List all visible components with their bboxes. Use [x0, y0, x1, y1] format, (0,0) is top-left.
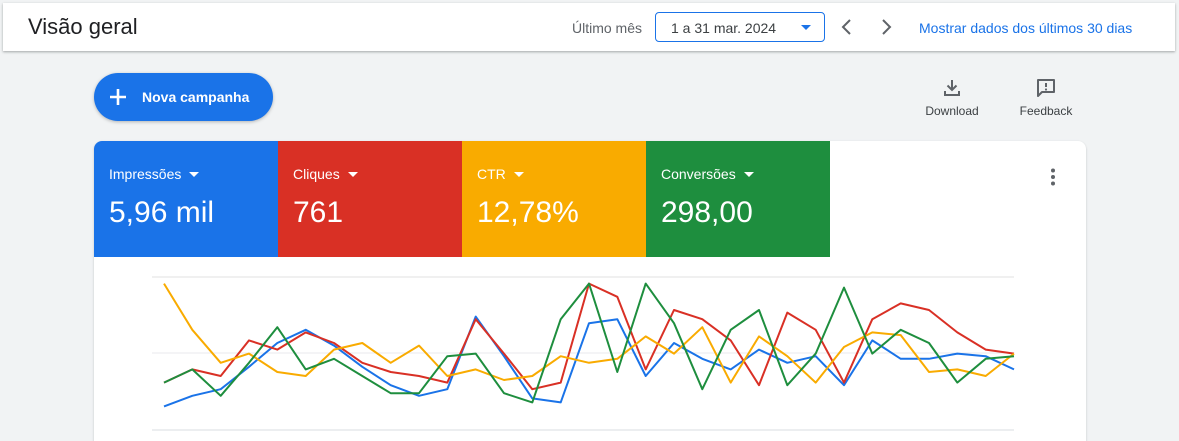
download-icon — [944, 80, 960, 96]
metric-name: Conversões — [661, 166, 736, 182]
series-line-0 — [163, 315, 1015, 408]
dropdown-arrow-icon — [347, 172, 358, 177]
metric-tile-ctr[interactable]: CTR 12,78% — [462, 141, 646, 257]
metric-value: 761 — [293, 196, 344, 229]
feedback-icon — [1037, 79, 1055, 97]
metric-tile-impressions[interactable]: Impressões 5,96 mil — [94, 141, 278, 257]
date-range-value: 1 a 31 mar. 2024 — [671, 20, 777, 36]
new-campaign-button[interactable]: Nova campanha — [94, 73, 273, 121]
download-label: Download — [925, 104, 979, 118]
more-options-button[interactable] — [1041, 165, 1065, 189]
page-title: Visão geral — [28, 14, 138, 39]
dropdown-arrow-icon — [801, 25, 811, 30]
previous-period-button[interactable] — [835, 15, 859, 39]
feedback-button[interactable]: Feedback — [1011, 76, 1081, 122]
new-campaign-label: Nova campanha — [142, 89, 250, 105]
dropdown-arrow-icon — [513, 172, 524, 177]
metric-name: Cliques — [293, 166, 340, 182]
metric-value: 12,78% — [477, 196, 579, 229]
series-line-2 — [163, 283, 1015, 384]
plus-icon — [110, 89, 126, 105]
metric-name: CTR — [477, 166, 506, 182]
date-range-select[interactable]: 1 a 31 mar. 2024 — [655, 12, 825, 42]
metric-tile-clicks[interactable]: Cliques 761 — [278, 141, 462, 257]
chevron-left-icon — [841, 19, 851, 35]
metric-name: Impressões — [109, 166, 182, 182]
top-bar: Visão geral Último mês 1 a 31 mar. 2024 … — [3, 3, 1175, 51]
chevron-right-icon — [882, 19, 892, 35]
next-period-button[interactable] — [874, 15, 898, 39]
metric-value: 5,96 mil — [109, 196, 215, 229]
date-range-label: Último mês — [572, 20, 643, 36]
show-last-30-days-link[interactable]: Mostrar dados dos últimos 30 dias — [919, 20, 1132, 36]
metric-tile-conversions[interactable]: Conversões 298,00 — [646, 141, 830, 257]
more-vert-icon — [1051, 168, 1055, 186]
performance-line-chart — [152, 276, 1015, 431]
performance-card: Impressões 5,96 mil Cliques 761 CTR 12,7… — [94, 141, 1086, 441]
metric-value: 298,00 — [661, 196, 753, 229]
feedback-label: Feedback — [1019, 104, 1073, 118]
dropdown-arrow-icon — [189, 172, 200, 177]
download-button[interactable]: Download — [917, 76, 987, 122]
dropdown-arrow-icon — [743, 172, 754, 177]
series-line-3 — [163, 282, 1015, 404]
